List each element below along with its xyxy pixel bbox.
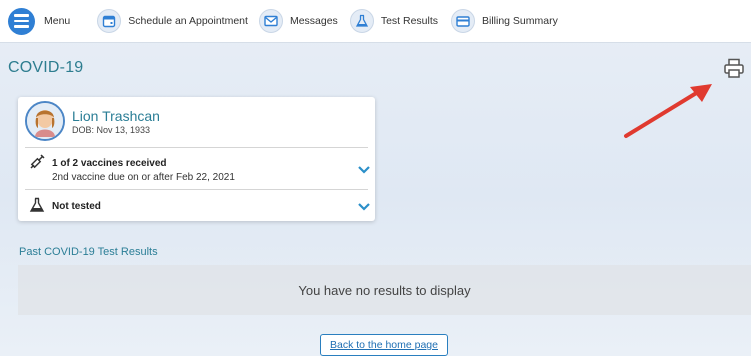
nav-test-results-label: Test Results — [380, 15, 438, 27]
calendar-icon — [97, 9, 122, 33]
avatar — [25, 101, 65, 141]
envelope-icon — [258, 9, 283, 33]
patient-name[interactable]: Lion Trashcan — [72, 108, 160, 124]
chevron-down-icon[interactable] — [357, 162, 371, 174]
flask-icon — [29, 197, 45, 213]
hamburger-icon[interactable] — [8, 7, 35, 35]
chevron-down-icon[interactable] — [357, 199, 371, 211]
nav-schedule-appointment-label: Schedule an Appointment — [128, 15, 248, 27]
nav-messages[interactable]: Messages — [258, 0, 338, 43]
back-home-link[interactable]: Back to the home page — [330, 339, 438, 351]
flask-icon — [349, 9, 374, 33]
vaccine-detail: 2nd vaccine due on or after Feb 22, 2021 — [52, 172, 235, 183]
nav-messages-label: Messages — [289, 15, 338, 27]
past-results-title: Past COVID-19 Test Results — [19, 246, 158, 258]
patient-dob: DOB: Nov 13, 1933 — [72, 125, 151, 135]
test-status: Not tested — [52, 201, 101, 212]
credit-card-icon — [451, 9, 475, 33]
nav-test-results[interactable]: Test Results — [349, 0, 438, 43]
syringe-icon — [29, 154, 45, 170]
divider — [25, 147, 368, 148]
results-empty-panel: You have no results to display — [18, 265, 751, 315]
menu-button[interactable]: Menu — [0, 0, 70, 43]
annotation-arrow — [624, 84, 712, 138]
menu-label: Menu — [44, 15, 71, 27]
nav-billing-summary-label: Billing Summary — [482, 15, 558, 27]
divider — [25, 189, 368, 190]
printer-icon[interactable] — [723, 57, 745, 79]
nav-billing-summary[interactable]: Billing Summary — [451, 0, 558, 43]
nav-schedule-appointment[interactable]: Schedule an Appointment — [97, 0, 248, 43]
vaccine-status: 1 of 2 vaccines received — [52, 158, 167, 169]
empty-results-message: You have no results to display — [298, 282, 471, 298]
patient-covid-card: Lion Trashcan DOB: Nov 13, 1933 1 of 2 v… — [18, 97, 375, 221]
back-home-button[interactable]: Back to the home page — [320, 334, 448, 356]
page-title: COVID-19 — [8, 59, 84, 76]
top-navigation-bar: Menu Schedule an Appointment Messages Te… — [0, 0, 751, 43]
